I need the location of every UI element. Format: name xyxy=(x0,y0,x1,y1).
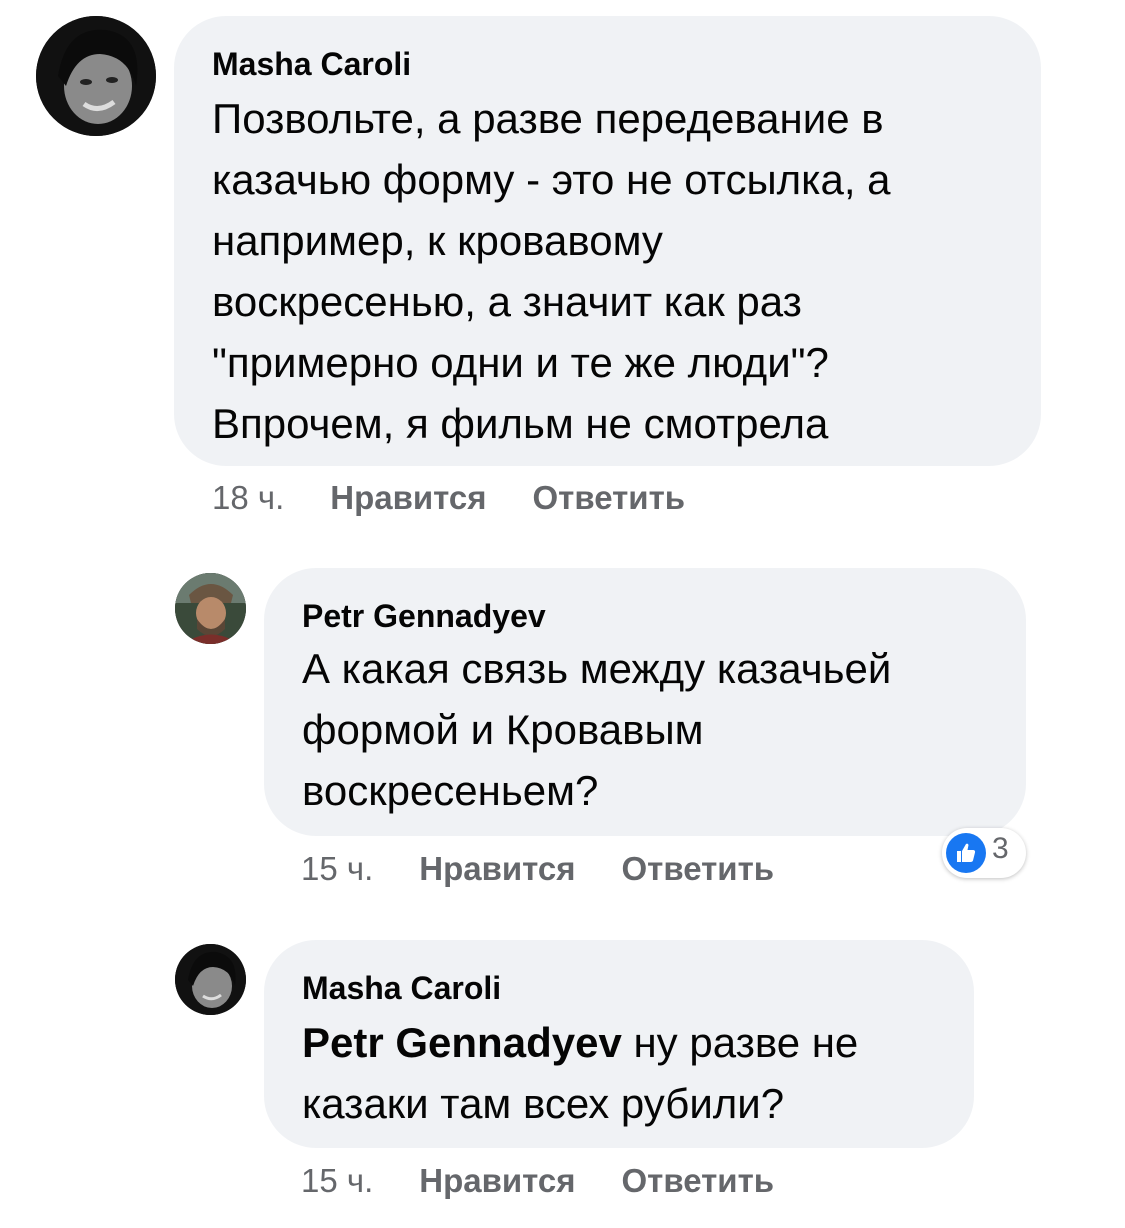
avatar-photo xyxy=(175,573,246,644)
comment-actions: 18 ч. Нравится Ответить xyxy=(212,478,685,518)
avatar[interactable] xyxy=(175,573,246,644)
comment-actions: 15 ч. Нравится Ответить xyxy=(301,1161,774,1201)
avatar[interactable] xyxy=(36,16,156,136)
comment-bubble: Masha Caroli Petr Gennadyev ну разве не … xyxy=(264,940,974,1148)
reply-button[interactable]: Ответить xyxy=(622,850,775,887)
reaction-count: 3 xyxy=(992,832,1009,865)
comment-actions: 15 ч. Нравится Ответить xyxy=(301,849,774,889)
comment-text: Petr Gennadyev ну разве не казаки там вс… xyxy=(302,1012,936,1134)
comment-author[interactable]: Petr Gennadyev xyxy=(302,598,988,634)
avatar-photo xyxy=(175,944,246,1015)
like-button[interactable]: Нравится xyxy=(419,1162,575,1199)
comment-bubble: Masha Caroli Позвольте, а разве передева… xyxy=(174,16,1041,466)
mention-link[interactable]: Petr Gennadyev xyxy=(302,1019,622,1066)
comment-text: Позвольте, а разве передевание в казачью… xyxy=(212,95,891,447)
avatar-photo xyxy=(36,16,156,136)
like-button[interactable]: Нравится xyxy=(419,850,575,887)
comment-author[interactable]: Masha Caroli xyxy=(212,46,1003,82)
reaction-summary[interactable]: 3 xyxy=(942,828,1026,878)
reply-button[interactable]: Ответить xyxy=(622,1162,775,1199)
comment-text: А какая связь между казачьей формой и Кр… xyxy=(302,645,892,814)
avatar[interactable] xyxy=(175,944,246,1015)
reply-button[interactable]: Ответить xyxy=(533,479,686,516)
like-icon xyxy=(946,833,986,873)
comment-timestamp[interactable]: 15 ч. xyxy=(301,850,373,887)
comment-timestamp[interactable]: 18 ч. xyxy=(212,479,284,516)
comment-timestamp[interactable]: 15 ч. xyxy=(301,1162,373,1199)
comment-author[interactable]: Masha Caroli xyxy=(302,970,936,1006)
comment-bubble: Petr Gennadyev А какая связь между казач… xyxy=(264,568,1026,836)
like-button[interactable]: Нравится xyxy=(330,479,486,516)
comment-text-line2: казаки там всех рубили? xyxy=(302,1080,785,1127)
comment-text-line1: ну разве не xyxy=(621,1019,859,1066)
